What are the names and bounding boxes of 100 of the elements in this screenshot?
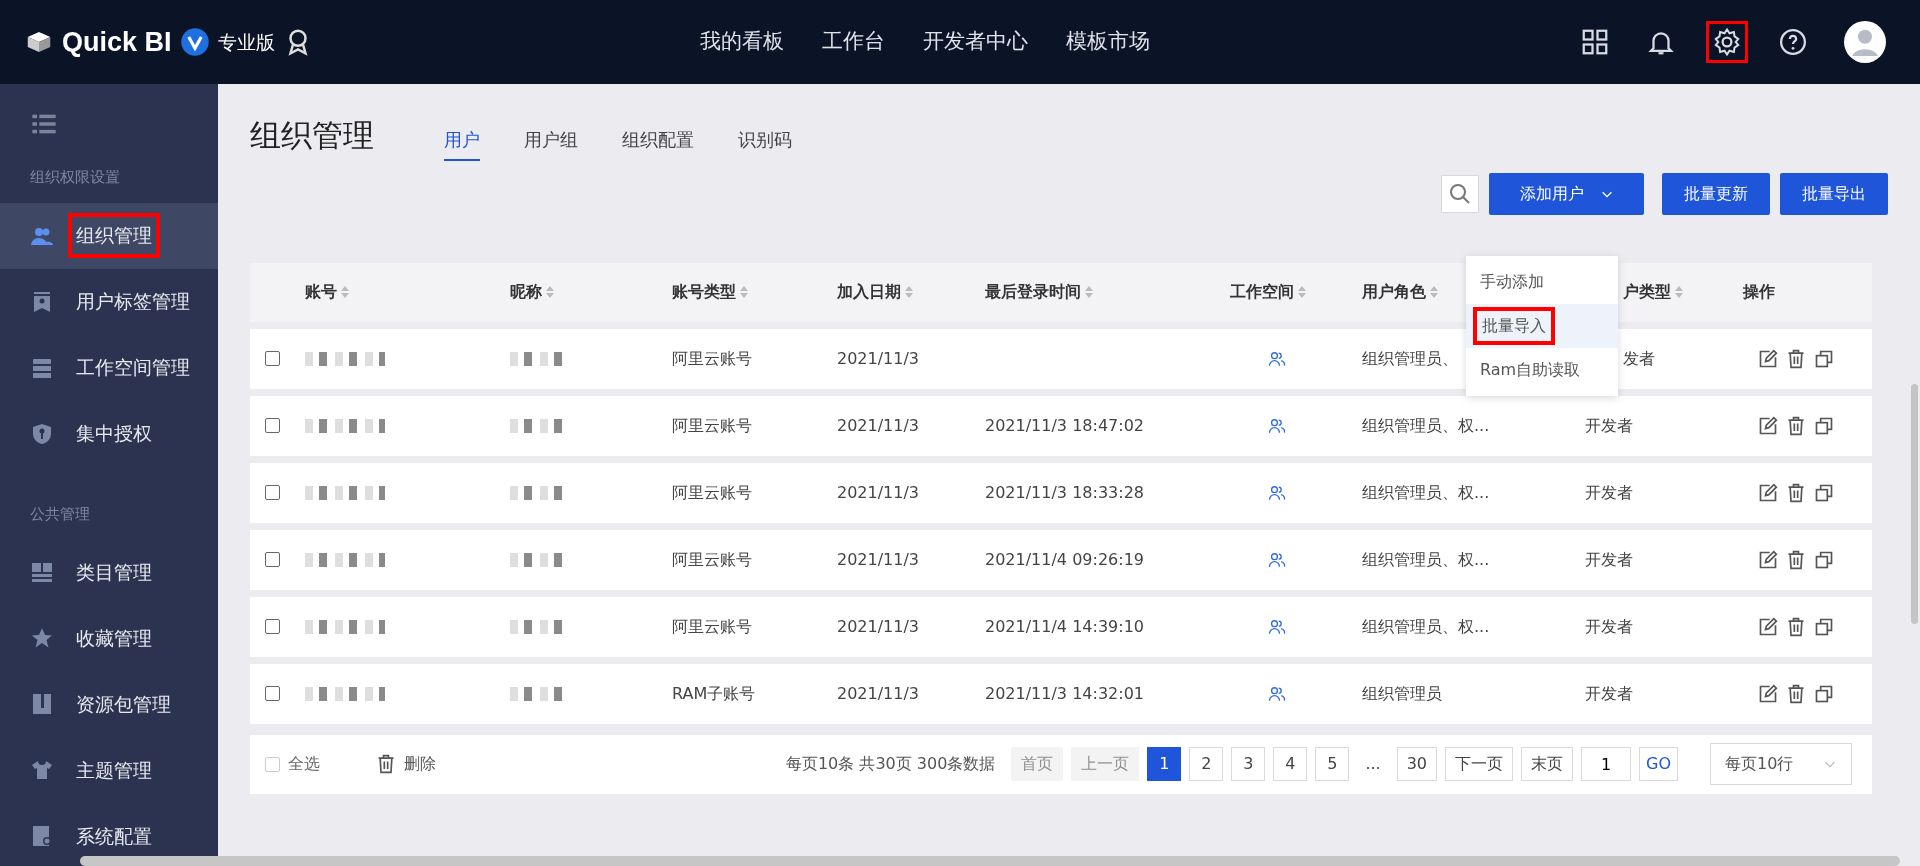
column-header: 昵称: [510, 281, 542, 303]
column-header: 账号类型: [672, 281, 736, 303]
table-cell: 组织管理员: [1362, 683, 1442, 703]
logo-text: Quick BI: [62, 25, 172, 59]
shield-icon: [30, 421, 54, 446]
table-cell: 2021/11/3: [837, 683, 920, 703]
trash-icon: [376, 754, 396, 774]
scrollbar[interactable]: [80, 856, 1900, 866]
trash-icon[interactable]: [1786, 482, 1806, 503]
column-header: 账号: [305, 281, 337, 303]
row-checkbox[interactable]: [265, 552, 280, 567]
table-cell: 2021/11/3: [837, 549, 920, 569]
table-cell: 开发者: [1585, 616, 1633, 636]
edit-icon[interactable]: [1758, 549, 1778, 570]
page-button[interactable]: 2: [1189, 747, 1224, 781]
trash-icon[interactable]: [1786, 616, 1806, 637]
menu-item[interactable]: Ram自助读取: [1466, 348, 1618, 392]
tab[interactable]: 组织配置: [622, 125, 694, 161]
trash-icon[interactable]: [1786, 683, 1806, 704]
copy-icon[interactable]: [1814, 549, 1834, 570]
toolbar-button[interactable]: 批量导出: [1780, 172, 1888, 215]
search-icon: [1448, 181, 1472, 206]
column-header: 操作: [1743, 281, 1775, 303]
nav-link[interactable]: 工作台: [822, 26, 885, 58]
row-checkbox[interactable]: [265, 351, 280, 366]
page-button[interactable]: 5: [1315, 747, 1350, 781]
row-checkbox[interactable]: [265, 418, 280, 433]
trash-icon[interactable]: [1786, 348, 1806, 369]
toolbar-button[interactable]: 批量更新: [1662, 172, 1770, 215]
table-cell: 开发者: [1585, 549, 1633, 569]
row-checkbox[interactable]: [265, 686, 280, 701]
sidebar-item[interactable]: 资源包管理: [0, 671, 218, 737]
column-header: 工作空间: [1230, 281, 1294, 303]
table-cell: 开发者: [1585, 482, 1633, 502]
nav-link[interactable]: 开发者中心: [923, 26, 1028, 58]
trash-icon[interactable]: [1786, 415, 1806, 436]
row-checkbox[interactable]: [265, 619, 280, 634]
sidebar-item[interactable]: 主题管理: [0, 737, 218, 803]
edit-icon[interactable]: [1758, 683, 1778, 704]
settings-icon[interactable]: [1706, 21, 1748, 63]
sidebar-item[interactable]: 工作空间管理: [0, 334, 218, 401]
copy-icon[interactable]: [1814, 482, 1834, 503]
sidebar-item[interactable]: 组织管理: [0, 202, 218, 269]
pagination-nav-button[interactable]: 末页: [1521, 747, 1573, 781]
sidebar-item[interactable]: 系统配置: [0, 803, 218, 866]
table-cell: 2021/11/3 18:33:28: [985, 482, 1144, 502]
table-cell: 阿里云账号: [672, 616, 752, 636]
table-cell: 阿里云账号: [672, 549, 752, 569]
sidebar-item[interactable]: 收藏管理: [0, 605, 218, 671]
copy-icon[interactable]: [1814, 683, 1834, 704]
tab[interactable]: 用户: [444, 125, 480, 161]
section-title: 组织权限设置: [29, 167, 121, 188]
edit-icon[interactable]: [1758, 482, 1778, 503]
edit-icon[interactable]: [1758, 415, 1778, 436]
tab[interactable]: 识别码: [738, 125, 792, 161]
copy-icon[interactable]: [1814, 348, 1834, 369]
pagination-nav-button[interactable]: 下一页: [1445, 747, 1513, 781]
select-all-label: 全选: [288, 753, 320, 775]
nav-link[interactable]: 模板市场: [1066, 26, 1150, 58]
copy-icon[interactable]: [1814, 616, 1834, 637]
delete-button[interactable]: 删除: [370, 751, 442, 777]
scrollbar[interactable]: [1911, 384, 1918, 624]
table-cell: 2021/11/3: [837, 348, 920, 368]
table-cell: 开发者: [1585, 415, 1633, 435]
page-size-select[interactable]: 每页10行: [1710, 743, 1852, 785]
pagination-summary: 每页10条 共30页 300条数据: [785, 753, 996, 775]
select-all-checkbox[interactable]: [265, 756, 280, 772]
table-cell: 2021/11/4 09:26:19: [985, 549, 1144, 569]
copy-icon[interactable]: [1814, 415, 1834, 436]
trash-icon[interactable]: [1786, 549, 1806, 570]
table-cell: RAM子账号: [672, 683, 756, 703]
menu-item[interactable]: 批量导入: [1466, 304, 1618, 348]
edit-icon[interactable]: [1758, 616, 1778, 637]
page-jump-field[interactable]: 1: [1581, 747, 1631, 781]
page-button[interactable]: 1: [1147, 747, 1182, 781]
sidebar-item[interactable]: 集中授权: [0, 400, 218, 467]
add-user-dropdown-button[interactable]: 添加用户: [1489, 172, 1644, 215]
edition-label: 专业版: [217, 29, 275, 55]
sidebar-item[interactable]: 用户标签管理: [0, 268, 218, 335]
sidebar-item[interactable]: 类目管理: [0, 539, 218, 605]
row-checkbox[interactable]: [265, 485, 280, 500]
page-button[interactable]: 30: [1396, 747, 1437, 781]
pagination-ellipsis: ...: [1364, 753, 1382, 775]
table-cell: 组织管理员、权...: [1362, 482, 1490, 502]
nav-link[interactable]: 我的看板: [700, 26, 784, 58]
go-button[interactable]: GO: [1639, 747, 1678, 781]
shirt-icon: [30, 758, 54, 782]
edit-icon[interactable]: [1758, 348, 1778, 369]
page-button[interactable]: 4: [1273, 747, 1308, 781]
search-button[interactable]: [1441, 174, 1479, 213]
column-header: 加入日期: [837, 281, 901, 303]
page-title: 组织管理: [250, 116, 374, 155]
table-cell: 开发者: [1585, 683, 1633, 703]
table-cell: 阿里云账号: [672, 415, 752, 435]
page-button[interactable]: 3: [1231, 747, 1266, 781]
tab[interactable]: 用户组: [524, 125, 578, 161]
section-title: 公共管理: [29, 503, 91, 525]
column-header: 户类型: [1623, 281, 1671, 303]
table-cell: 2021/11/3: [837, 415, 920, 435]
menu-item[interactable]: 手动添加: [1466, 260, 1618, 304]
